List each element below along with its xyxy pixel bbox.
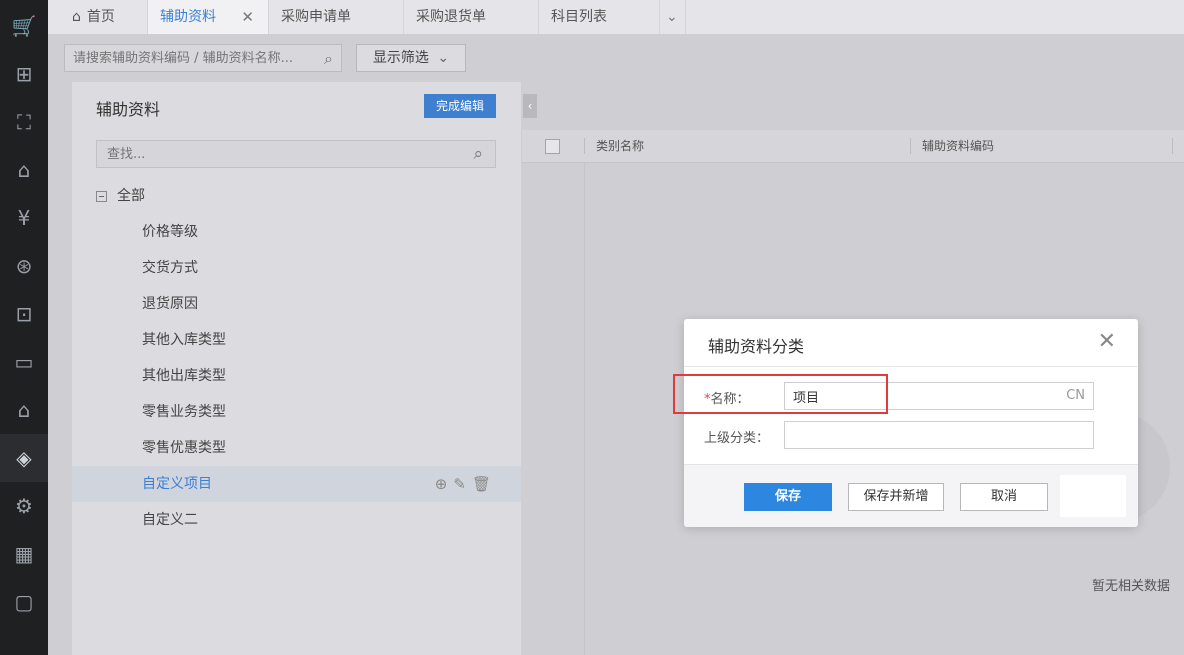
trash-icon[interactable]: 🗑 — [472, 475, 497, 493]
language-badge[interactable]: CN — [1066, 388, 1085, 403]
close-icon[interactable]: ✕ — [1098, 329, 1116, 354]
column-header[interactable]: 类别名称 — [596, 130, 644, 162]
tree-item[interactable]: 退货原因 — [72, 286, 521, 322]
presentation-icon[interactable]: ⊡ — [0, 290, 48, 338]
chart-add-icon[interactable]: ⊞ — [0, 50, 48, 98]
tree-root-label: 全部 — [117, 188, 145, 204]
tree-item[interactable]: 自定义二 — [72, 502, 521, 538]
tab-home[interactable]: ⌂ 首页 — [48, 0, 148, 34]
tree-item[interactable]: 其他入库类型 — [72, 322, 521, 358]
tree-item[interactable]: 零售业务类型 — [72, 394, 521, 430]
tree-search-box: ⌕ — [96, 140, 496, 168]
tree-item-label: 自定义项目 — [142, 476, 212, 492]
tab-auxiliary[interactable]: 辅助资料 ✕ — [148, 0, 269, 34]
cancel-button[interactable]: 取消 — [960, 483, 1048, 511]
save-button[interactable]: 保存 — [744, 483, 832, 511]
parent-field — [784, 421, 1094, 449]
add-circle-icon[interactable]: ⊕ — [435, 475, 454, 493]
tree-item-actions: ⊕✎🗑 — [435, 466, 497, 502]
nav-rail: 🛒 ⊞ ⛶ ⌂ ¥ ⊛ ⊡ ▭ ⌂ ◈ ⚙ ▦ ▢ — [0, 0, 48, 655]
search-box: ⌕ — [64, 44, 342, 72]
yen-circle-icon[interactable]: ⊛ — [0, 242, 48, 290]
tree-search-input[interactable] — [97, 141, 457, 167]
tree-item[interactable]: 交货方式 — [72, 250, 521, 286]
tree-item-selected[interactable]: 自定义项目 ⊕✎🗑 — [72, 466, 521, 502]
tab-purchase-return-label: 采购退货单 — [416, 9, 486, 25]
search-input[interactable] — [65, 45, 321, 71]
tree-item[interactable]: 零售优惠类型 — [72, 430, 521, 466]
category-dialog: 辅助资料分类 ✕ *名称： CN 上级分类： 保存 保存并新增 取消 — [673, 319, 1138, 527]
empty-state-text: 暂无相关数据 — [1092, 579, 1171, 594]
tab-home-label: 首页 — [86, 9, 115, 25]
layers-icon[interactable]: ◈ — [0, 434, 48, 482]
table-header: 类别名称 辅助资料编码 — [522, 130, 1184, 163]
filter-button[interactable]: 显示筛选 ⌄ — [356, 44, 466, 72]
tab-purchase-request[interactable]: 采购申请单 — [269, 0, 404, 34]
column-header[interactable]: 辅助资料编码 — [922, 130, 994, 162]
chevron-down-icon[interactable]: ⌄ — [660, 0, 686, 34]
panel-title: 辅助资料 — [96, 100, 161, 119]
edit-icon[interactable]: ✎ — [453, 475, 472, 493]
parent-input[interactable] — [785, 422, 1061, 448]
search-icon[interactable]: ⌕ — [324, 49, 333, 69]
home-icon: ⌂ — [72, 9, 81, 25]
gear-icon[interactable]: ⚙ — [0, 482, 48, 530]
column-divider — [910, 138, 911, 154]
filter-button-label: 显示筛选 — [372, 50, 429, 66]
tree-root[interactable]: 全部 — [96, 186, 145, 206]
toolbar: ⌕ 显示筛选 ⌄ — [48, 34, 1184, 82]
tab-account-list-label: 科目列表 — [551, 9, 607, 25]
warehouse-icon[interactable]: ⌂ — [0, 146, 48, 194]
yen-shield-icon[interactable]: ¥ — [0, 194, 48, 242]
tree-item[interactable]: 其他出库类型 — [72, 358, 521, 394]
feedback-icon[interactable]: ▢ — [0, 578, 48, 626]
tab-purchase-return[interactable]: 采购退货单 — [404, 0, 539, 34]
highlight-box — [673, 374, 888, 414]
column-divider — [584, 138, 585, 154]
ticket-icon[interactable]: ▭ — [0, 338, 48, 386]
save-and-new-button[interactable]: 保存并新增 — [848, 483, 944, 511]
tab-auxiliary-label: 辅助资料 — [160, 9, 216, 25]
apps-icon[interactable]: ▦ — [0, 530, 48, 578]
tab-purchase-request-label: 采购申请单 — [281, 9, 351, 25]
select-all-checkbox[interactable] — [545, 139, 560, 154]
done-edit-button[interactable]: 完成编辑 — [424, 94, 496, 118]
category-panel: 辅助资料 完成编辑 ⌕ 全部 价格等级 交货方式 退货原因 其他入库类型 其他出… — [72, 82, 521, 655]
dialog-title: 辅助资料分类 — [708, 337, 805, 356]
bag-icon[interactable]: ⛶ — [0, 98, 48, 146]
tab-account-list[interactable]: 科目列表 — [539, 0, 660, 34]
collapse-panel-icon[interactable]: ‹ — [523, 94, 537, 118]
yen-house-icon[interactable]: ⌂ — [0, 386, 48, 434]
dialog-divider — [684, 366, 1138, 367]
column-divider — [1172, 138, 1173, 154]
search-icon[interactable]: ⌕ — [473, 144, 483, 164]
cart-icon[interactable]: 🛒 — [0, 2, 48, 50]
tab-bar: ⌂ 首页 辅助资料 ✕ 采购申请单 采购退货单 科目列表 ⌄ — [48, 0, 1184, 35]
close-icon[interactable]: ✕ — [241, 0, 254, 34]
parent-label: 上级分类： — [704, 431, 770, 446]
tree-item[interactable]: 价格等级 — [72, 214, 521, 250]
checkbox-column — [522, 162, 585, 655]
collapse-icon[interactable] — [96, 190, 107, 202]
chevron-down-icon: ⌄ — [437, 50, 450, 66]
blank-area — [1060, 475, 1126, 517]
dialog-footer: 保存 保存并新增 取消 — [684, 464, 1138, 527]
